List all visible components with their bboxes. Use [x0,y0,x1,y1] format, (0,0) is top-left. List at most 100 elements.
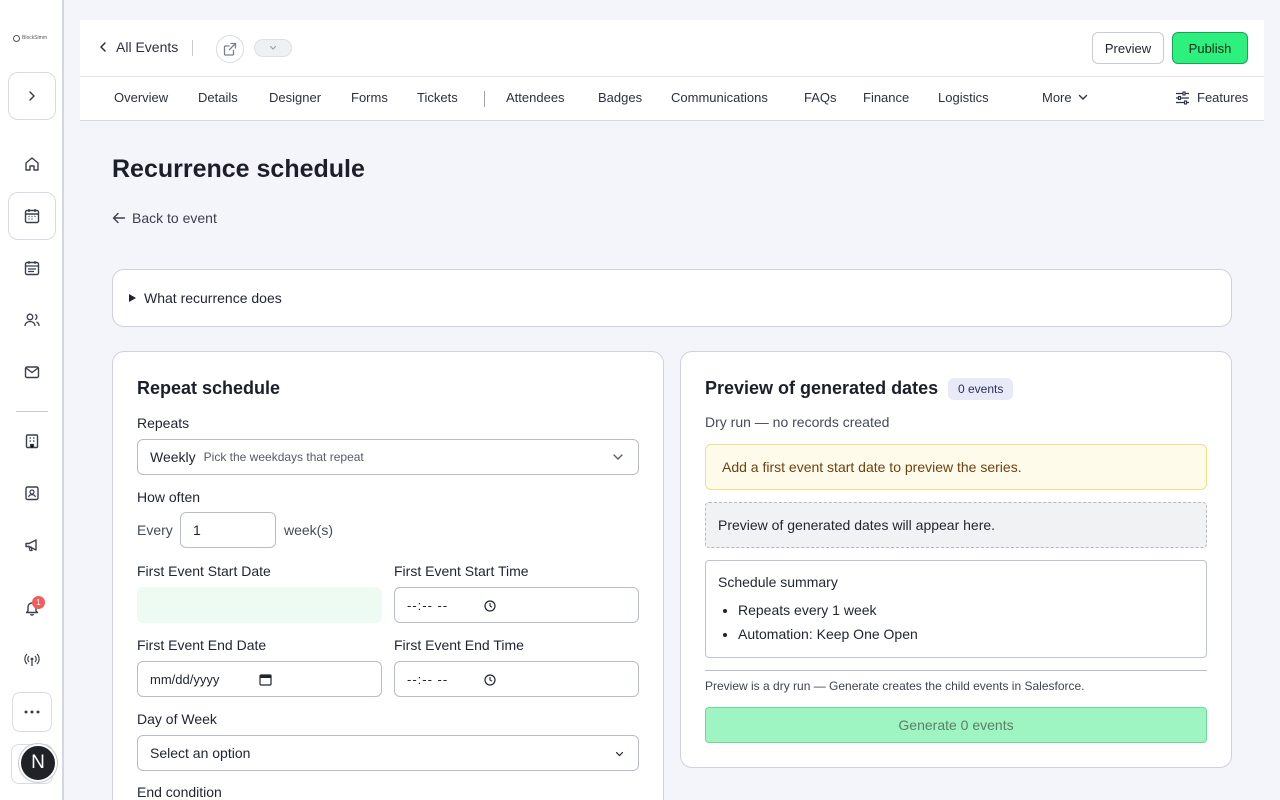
repeats-label: Repeats [137,415,190,431]
tab-designer[interactable]: Designer [269,90,321,105]
tab-faqs[interactable]: FAQs [804,90,837,105]
preview-empty-state: Preview of generated dates will appear h… [705,502,1207,548]
repeats-value: Weekly [150,449,196,465]
tab-divider [484,91,485,107]
end-date-label: First Event End Date [137,637,267,653]
tab-logistics[interactable]: Logistics [938,90,989,105]
calendar-icon [24,209,40,224]
chevron-down-icon [613,454,623,460]
contact-card-icon[interactable] [22,483,42,503]
home-icon[interactable] [22,154,42,174]
interval-value: 1 [193,522,201,538]
preview-card: Preview of generated dates 0 events Dry … [680,351,1232,768]
external-link-icon [223,42,237,56]
end-date-placeholder: mm/dd/yyyy [150,671,220,687]
chevron-down-icon [615,751,624,757]
tab-badges[interactable]: Badges [598,90,642,105]
calendar-list-icon[interactable] [22,258,42,278]
logo-icon [13,34,20,42]
disclosure-label: What recurrence does [144,290,282,306]
start-date-label: First Event Start Date [137,563,271,579]
day-of-week-label: Day of Week [137,711,217,727]
repeats-select[interactable]: Weekly Pick the weekdays that repeat [137,439,639,475]
every-label: Every [137,522,173,538]
how-often-label: How often [137,489,201,505]
left-rail: BlockSimm 1 N [0,0,64,800]
end-condition-label: End condition [137,784,222,800]
header-divider [192,40,193,56]
broadcast-icon[interactable] [22,650,42,670]
back-to-event-link[interactable]: Back to event [112,210,217,226]
events-count-badge: 0 events [948,378,1014,400]
end-time-placeholder: --:-- -- [407,671,449,687]
building-icon[interactable] [22,431,42,451]
tab-more-menu[interactable]: More [1042,90,1088,105]
tab-attendees[interactable]: Attendees [506,90,565,105]
start-time-label: First Event Start Time [394,563,529,579]
users-icon[interactable] [22,310,42,330]
recurrence-info-disclosure[interactable]: What recurrence does [112,269,1232,327]
start-date-warning: Add a first event start date to preview … [705,444,1207,490]
logo: BlockSimm [13,32,51,44]
tab-finance[interactable]: Finance [863,90,909,105]
start-time-input[interactable]: --:-- -- [394,587,639,623]
avatar[interactable]: N [19,744,57,782]
repeat-schedule-card: Repeat schedule Repeats Weekly Pick the … [112,351,664,800]
expand-rail-button[interactable] [8,72,56,120]
day-of-week-value: Select an option [150,745,251,761]
disclosure-triangle-icon [129,294,136,302]
logo-text: BlockSimm [22,35,48,41]
repeat-schedule-title: Repeat schedule [137,378,281,398]
chevron-left-icon [100,42,106,52]
back-to-event-label: Back to event [132,210,217,226]
chevron-right-icon [29,91,35,101]
tab-communications[interactable]: Communications [671,90,768,105]
generate-events-button[interactable]: Generate 0 events [705,707,1207,743]
list-item: Repeats every 1 week [738,598,1194,622]
list-item: Automation: Keep One Open [738,622,1194,646]
tab-tickets[interactable]: Tickets [417,90,458,105]
clock-icon [484,600,496,612]
schedule-summary-title: Schedule summary [718,574,838,590]
preview-button[interactable]: Preview [1092,32,1164,64]
features-button[interactable]: Features [1175,90,1248,105]
schedule-summary: Schedule summary Repeats every 1 week Au… [705,560,1207,658]
arrow-left-icon [112,212,126,224]
event-tabs: Overview Details Designer Forms Tickets … [80,76,1264,121]
calendar-icon [259,674,272,686]
end-date-input[interactable]: mm/dd/yyyy [137,661,382,697]
end-time-label: First Event End Time [394,637,524,653]
page-title: Recurrence schedule [112,155,365,183]
chevron-down-icon [1078,94,1087,100]
megaphone-icon[interactable] [22,535,42,555]
day-of-week-select[interactable]: Select an option [137,735,639,771]
features-label: Features [1197,90,1249,105]
status-dropdown[interactable] [254,39,292,57]
start-time-placeholder: --:-- -- [407,597,449,613]
notification-badge: 1 [32,596,45,609]
sliders-icon [1176,90,1189,105]
more-options-button[interactable] [12,692,52,732]
tab-more-label: More [1042,90,1072,105]
ellipsis-icon [24,710,40,714]
interval-unit-label: week(s) [284,522,334,538]
end-time-input[interactable]: --:-- -- [394,661,639,697]
mail-icon[interactable] [22,362,42,382]
open-external-button[interactable] [216,35,244,63]
disclosure-summary[interactable]: What recurrence does [129,290,282,306]
preview-subtitle: Dry run — no records created [705,414,890,430]
all-events-link[interactable]: All Events [98,39,178,55]
schedule-summary-list: Repeats every 1 week Automation: Keep On… [718,598,1194,646]
tab-forms[interactable]: Forms [351,90,388,105]
tab-overview[interactable]: Overview [114,90,168,105]
all-events-label: All Events [116,39,179,55]
start-date-input[interactable] [137,587,382,623]
divider [705,670,1207,671]
interval-input[interactable]: 1 [180,512,276,548]
rail-divider [16,411,48,412]
tab-details[interactable]: Details [198,90,238,105]
events-nav-button[interactable] [8,192,56,240]
event-header: All Events Preview Publish [80,20,1264,76]
publish-button[interactable]: Publish [1172,32,1248,64]
repeats-hint: Pick the weekdays that repeat [203,450,364,464]
